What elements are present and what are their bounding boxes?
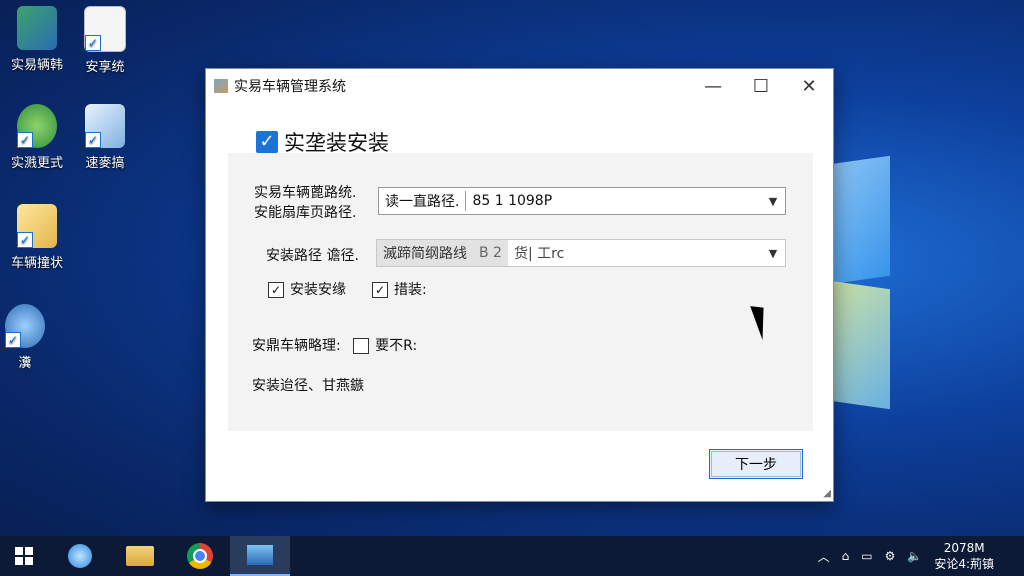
resize-grip-icon[interactable]: ◢ <box>823 488 831 499</box>
app-window-icon <box>247 545 273 565</box>
close-button[interactable]: ✕ <box>785 69 833 103</box>
start-button[interactable] <box>0 536 48 576</box>
checkbox-checked-icon[interactable]: ✓ <box>372 282 388 298</box>
desktop-icon-6[interactable]: ✓ 瀵 <box>0 304 60 371</box>
pen-icon: ✓ <box>85 104 125 148</box>
checkbox-label: 安装安缘 <box>290 282 346 298</box>
desktop-icon-label: 实溅更式 <box>10 156 63 171</box>
desktop-icon-label: 实易辆韩 <box>10 58 63 73</box>
globe-icon: ✓ <box>17 104 57 148</box>
desktop-icon-label: 车辆撞状 <box>10 256 63 271</box>
install-path-label: 安装路径 谵径. <box>266 248 359 264</box>
checkbox-label: 措装: <box>394 282 427 298</box>
system-tray: ︿ ⌂ ▭ ⚙ 🔈 2078M 安论4:荊镇 <box>812 536 1024 576</box>
checkbox-unchecked-icon[interactable] <box>353 338 370 354</box>
desktop-icon-3[interactable]: ✓ 实溅更式 <box>2 104 72 171</box>
settings-panel: 实易车辆蓖路统. 安能扇库页路径. 读一直路径. 85 1 1098P ▼ 安装… <box>228 153 813 431</box>
db-path-combo[interactable]: 读一直路径. 85 1 1098P ▼ <box>378 187 786 215</box>
desktop-icon-2[interactable]: ✓ 安享统 <box>70 6 140 75</box>
checkmark-icon[interactable]: ✓ <box>256 131 278 153</box>
chevron-down-icon[interactable]: ▼ <box>761 188 785 214</box>
taskbar: ︿ ⌂ ▭ ⚙ 🔈 2078M 安论4:荊镇 <box>0 536 1024 576</box>
taskbar-chrome[interactable] <box>170 536 230 576</box>
chevron-up-icon[interactable]: ︿ <box>818 548 830 565</box>
install-path-combo[interactable]: 滅蹄简纲路线 B 2 货| 工rc ▼ <box>376 239 786 267</box>
checkbox-checked-icon[interactable]: ✓ <box>268 282 284 298</box>
install-path-prefix: 滅蹄简纲路线 <box>377 240 473 266</box>
management-row: 安鼎车辆略理: 要不R: <box>252 335 417 355</box>
windows-logo-wallpaper <box>830 130 1024 420</box>
network-icon[interactable]: ⌂ <box>842 549 850 563</box>
document-icon: ✓ <box>84 6 126 52</box>
desktop-icon-1[interactable]: 实易辆韩 <box>2 6 72 73</box>
db-path-label: 实易车辆蓖路统. 安能扇库页路径. <box>254 183 356 223</box>
chevron-down-icon[interactable]: ▼ <box>761 240 785 266</box>
install-path-value: 货| 工rc <box>513 246 565 262</box>
taskbar-explorer[interactable] <box>110 536 170 576</box>
logo-pane-bottom <box>830 280 890 410</box>
desktop-icon-label: 安享统 <box>85 60 125 75</box>
minimize-button[interactable]: — <box>689 69 737 103</box>
desktop-icon-label: 瀵 <box>18 356 32 371</box>
db-path-prefix: 读一直路径. <box>385 194 460 210</box>
db-path-label-line2: 安能扇库页路径. <box>254 205 357 221</box>
setup-window: 实易车辆管理系统 — ☐ ✕ ✓ 实垄装安装 实易车辆蓖路统. 安能扇库页路径.… <box>205 68 834 502</box>
option-checkbox-2[interactable]: ✓ 措装: <box>372 279 427 299</box>
desktop-icon-5[interactable]: ✓ 车辆撞状 <box>2 204 72 271</box>
volume-icon[interactable]: 🔈 <box>907 549 922 563</box>
folder-icon <box>126 546 154 566</box>
window-title: 实易车辆管理系统 <box>234 79 346 95</box>
checkbox-label: 要不R: <box>375 338 418 354</box>
taskbar-active-app[interactable] <box>230 536 290 576</box>
logo-pane-top <box>830 155 890 285</box>
clock[interactable]: 2078M 安论4:荊镇 <box>934 540 994 572</box>
management-label: 安鼎车辆略理: <box>252 338 341 354</box>
app-icon <box>17 6 57 50</box>
disk-icon: ✓ <box>5 304 45 348</box>
app-icon <box>214 79 228 93</box>
internet-explorer-icon <box>68 544 92 568</box>
install-note: 安装迨径、甘燕鏃 <box>252 378 364 394</box>
windows-start-icon <box>15 547 33 565</box>
chrome-icon <box>187 543 213 569</box>
desktop-icon-label: 速麥搞 <box>85 156 125 171</box>
next-button[interactable]: 下一步 <box>709 449 803 479</box>
title-bar[interactable]: 实易车辆管理系统 — ☐ ✕ <box>206 69 833 103</box>
install-path-mid: B 2 <box>473 240 508 266</box>
desktop-icon-4[interactable]: ✓ 速麥搞 <box>70 104 140 171</box>
option-checkbox-1[interactable]: ✓ 安装安缘 <box>268 279 346 299</box>
battery-icon[interactable]: ▭ <box>861 549 872 563</box>
db-path-value: 85 1 1098P <box>472 193 553 209</box>
db-path-label-line1: 实易车辆蓖路统. <box>254 185 357 201</box>
clock-date: 安论4:荊镇 <box>934 557 994 571</box>
taskbar-ie[interactable] <box>50 536 110 576</box>
clock-time: 2078M <box>943 541 985 555</box>
settings-icon[interactable]: ⚙ <box>885 549 896 563</box>
folder-document-icon: ✓ <box>17 204 57 248</box>
maximize-button[interactable]: ☐ <box>737 69 785 103</box>
